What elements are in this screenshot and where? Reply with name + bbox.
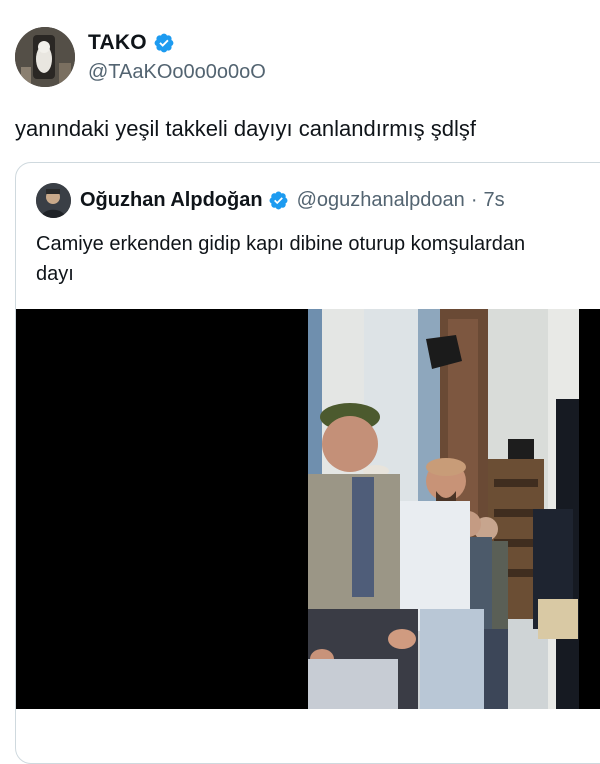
- mosque-scene-image-icon: [308, 309, 579, 709]
- quoted-tweet-text: Camiye erkenden gidip kapı dibine oturup…: [36, 229, 600, 289]
- tweet-text: yanındaki yeşil takkeli dayıyı canlandır…: [15, 116, 476, 141]
- quoted-tweet[interactable]: Oğuzhan Alpdoğan @oguzhanalpdoan · 7s Ca…: [15, 162, 600, 764]
- quoted-author-avatar[interactable]: [36, 183, 71, 218]
- quoted-tweet-header: Oğuzhan Alpdoğan @oguzhanalpdoan · 7s: [36, 183, 505, 218]
- quoted-verified-badge-icon: [269, 191, 288, 210]
- quoted-separator: ·: [470, 189, 478, 211]
- quoted-media[interactable]: [16, 309, 600, 709]
- tweet: TAKO @TAaKOo0o0o0oO yanındaki yeşil takk…: [0, 0, 600, 764]
- author-avatar[interactable]: [15, 27, 75, 87]
- quoted-display-name[interactable]: Oğuzhan Alpdoğan: [80, 189, 263, 212]
- quoted-avatar-image-icon: [36, 183, 71, 218]
- quoted-text-line-1: Camiye erkenden gidip kapı dibine oturup…: [36, 233, 526, 255]
- avatar-image-icon: [15, 27, 75, 87]
- quoted-timestamp[interactable]: 7s: [483, 189, 504, 212]
- author-display-name[interactable]: TAKO: [88, 31, 147, 55]
- author-names: TAKO @TAaKOo0o0o0oO: [88, 30, 266, 84]
- quoted-text-line-2: dayı: [36, 263, 74, 285]
- author-handle[interactable]: @TAaKOo0o0o0oO: [88, 61, 266, 84]
- video-frame-image: [308, 309, 579, 709]
- verified-badge-icon: [154, 33, 174, 53]
- quoted-handle[interactable]: @oguzhanalpdoan: [297, 189, 465, 212]
